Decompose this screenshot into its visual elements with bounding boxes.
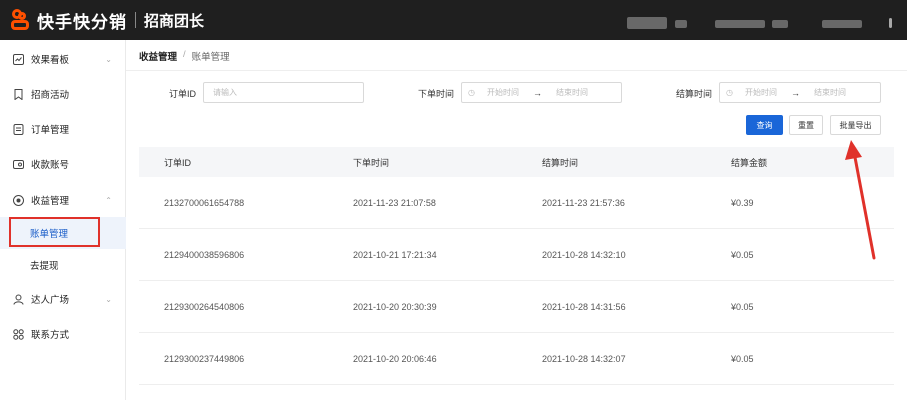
- sidebar: 效果看板 ⌄ 招商活动 订单管理 收款账号 收益管理 ⌃ 账单管理 去提现 达人…: [0, 40, 126, 400]
- header-divider: [126, 70, 907, 71]
- brand-subtitle: 招商团长: [144, 12, 205, 30]
- sidebar-item-label: 招商活动: [31, 90, 70, 101]
- clock-icon: ◷: [726, 88, 733, 97]
- reset-button[interactable]: 重置: [789, 115, 823, 135]
- cell-order-time: 2021-10-20 20:30:39: [353, 302, 437, 312]
- cell-order-id: 2129400038596806: [164, 250, 245, 260]
- user-icon: [12, 293, 24, 305]
- kuaishou-logo-icon: [10, 9, 32, 31]
- cell-settle-amount: ¥0.05: [731, 302, 754, 312]
- sidebar-subitem-withdraw[interactable]: 去提现: [0, 249, 126, 281]
- sidebar-item-dashboard[interactable]: 效果看板 ⌄: [0, 42, 126, 76]
- cell-settle-amount: ¥0.05: [731, 354, 754, 364]
- settle-time-range-picker[interactable]: ◷ 开始时间 → 结束时间: [719, 82, 881, 103]
- settle-time-start[interactable]: 开始时间: [745, 87, 777, 98]
- cell-settle-amount: ¥0.05: [731, 250, 754, 260]
- table-row: 2129300237449806 2021-10-20 20:06:46 202…: [139, 333, 894, 385]
- breadcrumb: 收益管理 / 账单管理: [139, 49, 230, 63]
- order-id-label: 订单ID: [169, 89, 197, 99]
- document-icon: [12, 123, 24, 135]
- column-header-order-time: 下单时间: [353, 157, 390, 168]
- cell-order-id: 2132700061654788: [164, 198, 245, 208]
- sidebar-subitem-label: 去提现: [30, 261, 59, 272]
- brand-divider: [135, 12, 136, 28]
- top-bar: 快手快分销 招商团长: [0, 0, 907, 40]
- column-header-settle-time: 结算时间: [542, 157, 579, 168]
- breadcrumb-parent[interactable]: 收益管理: [139, 49, 177, 63]
- range-arrow-icon: →: [532, 87, 542, 98]
- sidebar-item-label: 效果看板: [31, 55, 70, 66]
- clock-icon: ◷: [468, 88, 475, 97]
- order-time-label: 下单时间: [418, 89, 455, 99]
- query-button[interactable]: 查询: [746, 115, 783, 135]
- chevron-down-icon: ⌄: [105, 54, 112, 64]
- dashboard-icon: [12, 53, 24, 65]
- chevron-up-icon: ⌃: [105, 195, 112, 205]
- sidebar-item-orders[interactable]: 订单管理: [0, 112, 126, 146]
- order-time-range-picker[interactable]: ◷ 开始时间 → 结束时间: [461, 82, 622, 103]
- brand-title: 快手快分销: [37, 12, 127, 32]
- table-header: 订单ID 下单时间 结算时间 结算金额: [139, 147, 894, 177]
- order-time-start[interactable]: 开始时间: [487, 87, 519, 98]
- table-row: 2129400038596806 2021-10-21 17:21:34 202…: [139, 229, 894, 281]
- sidebar-item-label: 达人广场: [31, 295, 70, 306]
- chevron-down-icon: ⌄: [105, 294, 112, 304]
- cell-settle-time: 2021-10-28 14:31:56: [542, 302, 626, 312]
- grid-icon: [12, 328, 24, 340]
- settle-time-end[interactable]: 结束时间: [814, 87, 846, 98]
- cell-order-time: 2021-11-23 21:07:58: [353, 198, 436, 208]
- column-header-order-id: 订单ID: [164, 157, 192, 168]
- sidebar-item-earnings[interactable]: 收益管理 ⌃: [0, 183, 126, 217]
- breadcrumb-current: 账单管理: [191, 52, 230, 63]
- table-row: 2132700061654788 2021-11-23 21:07:58 202…: [139, 177, 894, 229]
- cell-settle-time: 2021-10-28 14:32:10: [542, 250, 626, 260]
- cell-settle-time: 2021-11-23 21:57:36: [542, 198, 625, 208]
- range-arrow-icon: →: [790, 87, 800, 98]
- sidebar-item-influencers[interactable]: 达人广场 ⌄: [0, 282, 126, 316]
- sidebar-item-label: 联系方式: [31, 330, 70, 341]
- breadcrumb-separator: /: [183, 49, 186, 60]
- cell-order-id: 2129300237449806: [164, 354, 245, 364]
- column-header-settle-amount: 结算金额: [731, 157, 768, 168]
- highlight-box: [9, 217, 100, 247]
- order-id-placeholder: 请输入: [213, 88, 237, 97]
- cell-order-id: 2129300264540806: [164, 302, 245, 312]
- cell-order-time: 2021-10-20 20:06:46: [353, 354, 437, 364]
- sidebar-item-activities[interactable]: 招商活动: [0, 77, 126, 111]
- order-time-end[interactable]: 结束时间: [556, 87, 588, 98]
- settle-time-label: 结算时间: [676, 89, 713, 99]
- table-row: 2129300264540806 2021-10-20 20:30:39 202…: [139, 281, 894, 333]
- blurred-account-area: [627, 0, 907, 40]
- batch-export-button[interactable]: 批量导出: [830, 115, 881, 135]
- sidebar-item-accounts[interactable]: 收款账号: [0, 147, 126, 181]
- sidebar-item-contact[interactable]: 联系方式: [0, 317, 126, 351]
- coin-icon: [12, 194, 24, 206]
- main-content: 收益管理 / 账单管理 订单ID 请输入 下单时间 ◷ 开始时间 → 结束时间 …: [126, 40, 907, 400]
- sidebar-item-label: 收款账号: [31, 160, 70, 171]
- card-icon: [12, 158, 24, 170]
- sidebar-item-label: 订单管理: [31, 125, 70, 136]
- cell-order-time: 2021-10-21 17:21:34: [353, 250, 437, 260]
- order-id-input[interactable]: 请输入: [203, 82, 364, 103]
- bookmark-icon: [12, 88, 24, 100]
- sidebar-item-label: 收益管理: [31, 196, 70, 207]
- cell-settle-amount: ¥0.39: [731, 198, 754, 208]
- cell-settle-time: 2021-10-28 14:32:07: [542, 354, 626, 364]
